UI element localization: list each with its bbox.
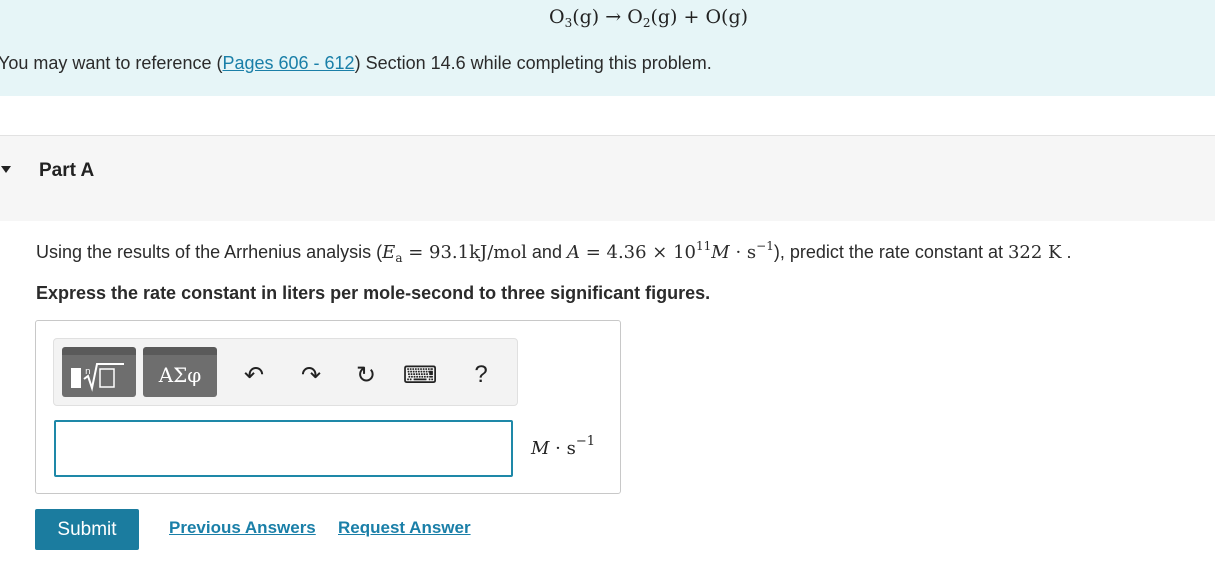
- pages-link[interactable]: Pages 606 - 612: [222, 53, 354, 73]
- question-mid: ), predict the rate constant at: [773, 242, 1008, 262]
- a-expression: A = 4.36 × 1011M · s−1: [566, 239, 774, 263]
- part-title: Part A: [39, 160, 95, 181]
- undo-icon[interactable]: ↶: [240, 361, 268, 389]
- temperature-value: 322 K: [1007, 242, 1062, 263]
- a-unit-exponent: −1: [756, 239, 774, 253]
- ea-value: = 93.1kJ/mol: [402, 242, 527, 263]
- request-answer-link[interactable]: Request Answer: [338, 518, 471, 538]
- product1-state: (g): [650, 6, 678, 28]
- caret-down-icon[interactable]: [1, 166, 11, 173]
- reaction-arrow: →: [605, 6, 622, 28]
- help-icon[interactable]: ?: [467, 361, 495, 389]
- question-and: and: [526, 242, 567, 262]
- a-value: = 4.36 × 10: [579, 242, 697, 263]
- ea-expression: Ea = 93.1kJ/mol: [382, 242, 527, 265]
- reference-suffix: ) Section 14.6 while completing this pro…: [354, 53, 712, 73]
- reference-banner: O3(g) → O2(g) + O(g) You may want to ref…: [0, 0, 1215, 96]
- product2-state: (g): [721, 6, 749, 28]
- redo-icon[interactable]: ↷: [297, 361, 325, 389]
- instruction-text: Express the rate constant in liters per …: [36, 283, 711, 303]
- reset-icon[interactable]: ↻: [352, 361, 380, 389]
- unit-s: · s: [549, 438, 576, 459]
- math-toolbar: n ΑΣφ ↶ ↷ ↻ ⌨ ?: [53, 338, 518, 406]
- svg-text:n: n: [85, 367, 91, 377]
- question-intro: Using the results of the Arrhenius analy…: [36, 242, 383, 262]
- unit-m: M: [531, 438, 550, 459]
- greek-symbols-button[interactable]: ΑΣφ: [143, 347, 217, 397]
- product2-symbol: O: [705, 6, 722, 28]
- part-header[interactable]: Part A: [0, 136, 1215, 221]
- templates-button[interactable]: n: [62, 347, 136, 397]
- ea-symbol: E: [382, 242, 396, 263]
- answer-input[interactable]: [54, 420, 513, 477]
- reaction-equation: O3(g) → O2(g) + O(g): [549, 6, 748, 30]
- product1-symbol: O: [627, 6, 643, 28]
- reference-text: You may want to reference (Pages 606 - 6…: [0, 53, 712, 74]
- question-end: .: [1061, 242, 1072, 262]
- unit-exponent: −1: [575, 434, 596, 449]
- reactant-symbol: O: [549, 6, 565, 28]
- plus-sign: +: [683, 6, 700, 28]
- a-unit-m: M: [711, 242, 730, 263]
- submit-button[interactable]: Submit: [35, 509, 139, 550]
- answer-panel: n ΑΣφ ↶ ↷ ↻ ⌨ ? M · s−1: [35, 320, 621, 494]
- a-unit-s: · s: [729, 242, 757, 263]
- reference-prefix: You may want to reference (: [0, 53, 223, 73]
- greek-symbols-label: ΑΣφ: [158, 363, 202, 387]
- a-symbol: A: [566, 242, 580, 263]
- keyboard-icon[interactable]: ⌨: [403, 361, 438, 389]
- sqrt-template-icon: n: [71, 363, 124, 392]
- a-exponent: 11: [696, 239, 712, 253]
- answer-unit: M · s−1: [531, 434, 595, 459]
- question-text: Using the results of the Arrhenius analy…: [36, 239, 1072, 265]
- previous-answers-link[interactable]: Previous Answers: [169, 518, 316, 538]
- reactant-state: (g): [572, 6, 600, 28]
